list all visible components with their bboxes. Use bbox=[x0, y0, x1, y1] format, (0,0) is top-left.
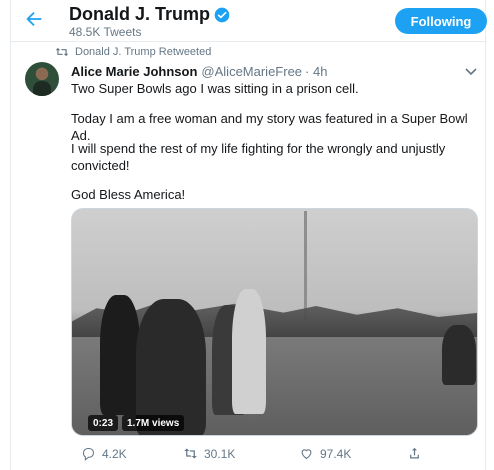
reply-button[interactable]: 4.2K bbox=[81, 446, 127, 461]
video-figure bbox=[232, 289, 266, 414]
like-button[interactable]: 97.4K bbox=[299, 446, 351, 461]
video-frame-pole bbox=[304, 211, 307, 321]
share-button[interactable] bbox=[407, 446, 428, 461]
retweet-count: 30.1K bbox=[204, 446, 236, 461]
reply-icon bbox=[82, 447, 95, 461]
author-handle[interactable]: @AliceMarieFree bbox=[201, 64, 302, 79]
like-count: 97.4K bbox=[320, 446, 352, 461]
verified-badge-icon bbox=[214, 7, 230, 22]
author-name[interactable]: Alice Marie Johnson bbox=[71, 64, 197, 79]
profile-header: Donald J. Trump 48.5K Tweets Following bbox=[11, 0, 487, 42]
tweet-text-line: Two Super Bowls ago I was sitting in a p… bbox=[71, 81, 359, 96]
tweet-header: Alice Marie Johnson @AliceMarieFree · 4h bbox=[71, 64, 327, 79]
retweet-label: Donald J. Trump Retweeted bbox=[75, 46, 212, 58]
tweet-actions: 4.2K 30.1K 97.4K bbox=[81, 446, 431, 464]
video-figure bbox=[100, 295, 140, 415]
retweet-icon bbox=[184, 448, 197, 459]
reply-count: 4.2K bbox=[102, 446, 127, 461]
tweet-text-line: God Bless America! bbox=[71, 187, 186, 202]
video-duration: 0:23 bbox=[88, 415, 119, 431]
back-button[interactable] bbox=[23, 8, 49, 34]
back-arrow-icon bbox=[26, 11, 42, 27]
video-figure bbox=[442, 325, 476, 385]
retweet-button[interactable]: 30.1K bbox=[183, 446, 235, 461]
tweet-page: Donald J. Trump 48.5K Tweets Following D… bbox=[10, 0, 487, 470]
tweet-text-line: I will spend the rest of my life fightin… bbox=[71, 141, 446, 173]
profile-title-row: Donald J. Trump bbox=[69, 4, 230, 25]
tweet-text-line: Today I am a free woman and my story was… bbox=[71, 111, 468, 143]
heart-icon bbox=[301, 449, 312, 460]
tweet-count: 48.5K Tweets bbox=[69, 25, 142, 39]
share-icon bbox=[410, 447, 419, 459]
profile-name: Donald J. Trump bbox=[69, 4, 211, 24]
retweet-icon bbox=[55, 47, 69, 57]
video-player[interactable]: 0:23 1.7M views bbox=[71, 208, 478, 436]
following-button[interactable]: Following bbox=[395, 8, 487, 34]
tweet-time[interactable]: · 4h bbox=[305, 64, 327, 79]
avatar[interactable] bbox=[25, 62, 59, 96]
retweet-indicator: Donald J. Trump Retweeted bbox=[55, 46, 211, 58]
video-views: 1.7M views bbox=[122, 415, 185, 431]
chevron-down-icon[interactable] bbox=[465, 68, 477, 76]
